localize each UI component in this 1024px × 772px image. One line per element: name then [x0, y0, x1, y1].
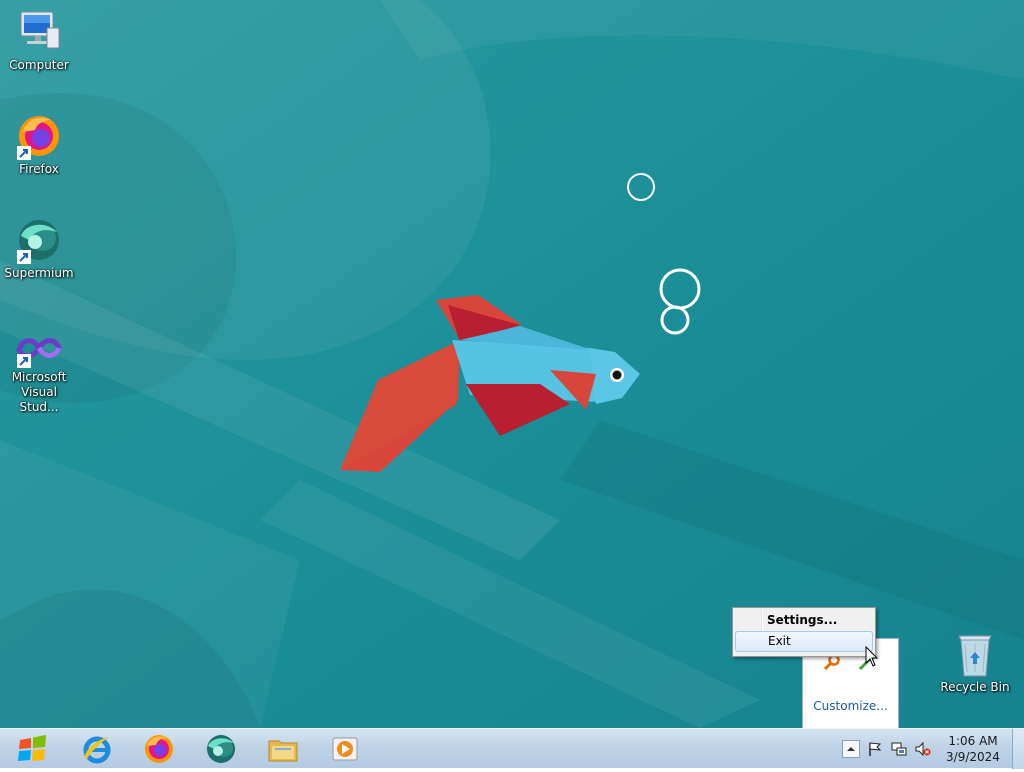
windows-logo-icon [18, 735, 46, 761]
show-desktop-button[interactable] [1012, 729, 1024, 769]
menu-item-settings[interactable]: Settings... [735, 610, 873, 631]
desktop-icon-label: Supermium [4, 266, 74, 280]
visual-studio-icon [15, 328, 63, 368]
network-icon[interactable] [891, 741, 907, 757]
desktop-icon-visual-studio[interactable]: Microsoft Visual Stud... [0, 328, 78, 415]
media-player-icon [332, 737, 358, 761]
internet-explorer-icon [83, 736, 111, 764]
desktop-icon-computer[interactable]: Computer [0, 8, 78, 73]
taskbar-file-explorer[interactable] [256, 730, 310, 768]
mouse-cursor-icon [865, 646, 879, 667]
firefox-icon [145, 735, 173, 763]
clock-time: 1:06 AM [948, 734, 998, 748]
file-explorer-icon [268, 740, 298, 762]
desktop-icon-label: Firefox [19, 162, 59, 176]
desktop-icon-label: Computer [9, 58, 69, 72]
desktop[interactable]: Computer Firefox Supermium Microsoft Vis… [0, 0, 1024, 728]
desktop-icon-label: Recycle Bin [940, 680, 1010, 694]
taskbar-internet-explorer[interactable] [70, 730, 124, 768]
volume-muted-icon[interactable] [915, 741, 931, 757]
customize-link[interactable]: Customize... [803, 699, 898, 713]
supermium-icon [15, 216, 63, 264]
start-button[interactable] [10, 730, 56, 768]
taskbar-media-player[interactable] [318, 730, 372, 768]
menu-item-exit[interactable]: Exit [735, 631, 873, 652]
show-hidden-icons-arrow[interactable] [842, 740, 860, 758]
tray-context-menu: Settings... Exit [732, 607, 876, 657]
desktop-icon-firefox[interactable]: Firefox [0, 112, 78, 177]
taskbar: 1:06 AM 3/9/2024 [0, 728, 1024, 769]
taskbar-firefox[interactable] [132, 730, 186, 768]
action-center-flag-icon[interactable] [867, 741, 883, 757]
system-clock[interactable]: 1:06 AM 3/9/2024 [938, 733, 1008, 765]
desktop-icon-recycle-bin[interactable]: Recycle Bin [936, 630, 1014, 695]
recycle-bin-icon [951, 630, 999, 678]
firefox-icon [15, 112, 63, 160]
desktop-icon-supermium[interactable]: Supermium [0, 216, 78, 281]
computer-icon [15, 8, 63, 56]
taskbar-supermium[interactable] [194, 730, 248, 768]
clock-date: 3/9/2024 [946, 750, 1000, 764]
supermium-icon [207, 735, 235, 763]
desktop-icon-label: Microsoft Visual Stud... [11, 370, 67, 414]
